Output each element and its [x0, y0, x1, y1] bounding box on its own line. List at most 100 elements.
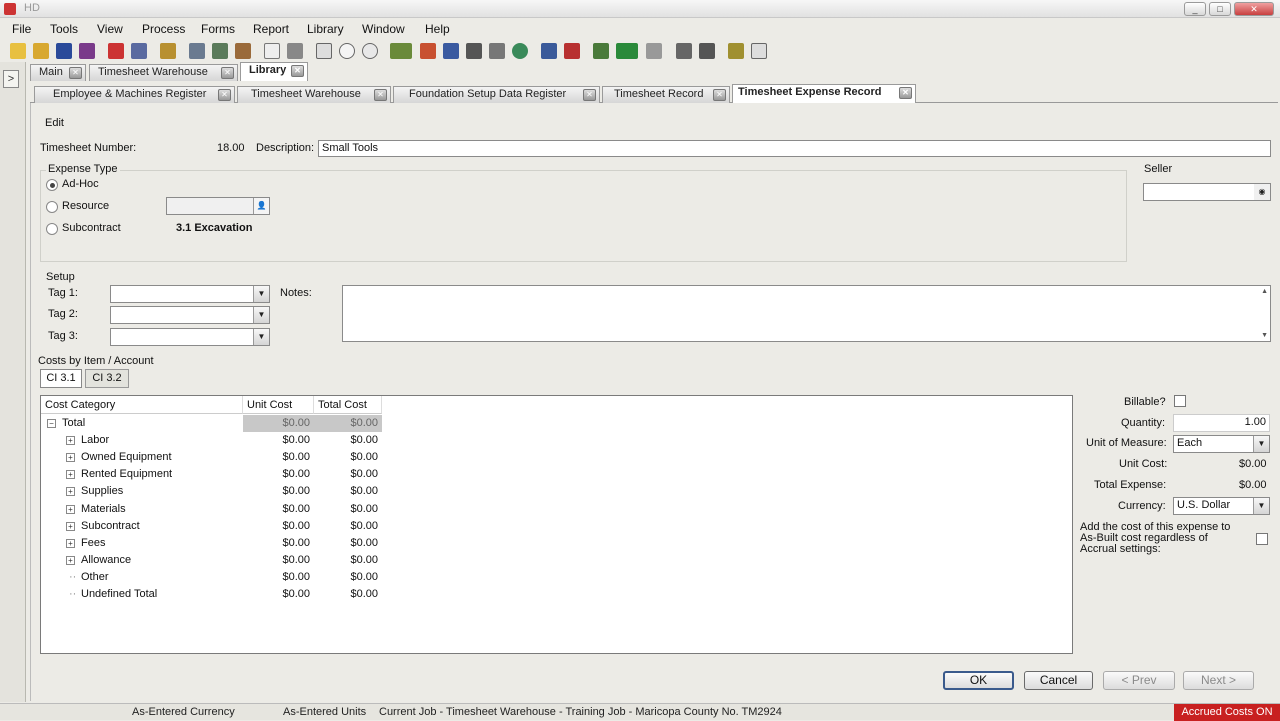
total-cost-cell[interactable]: $0.00 [314, 501, 382, 518]
attachment-icon[interactable] [646, 43, 662, 59]
expand-icon[interactable]: + [66, 487, 75, 497]
split-icon[interactable] [676, 43, 692, 59]
unit-cost-cell[interactable]: $0.00 [243, 449, 314, 466]
total-cost-cell[interactable]: $0.00 [314, 466, 382, 483]
unit-cost-cell[interactable]: $0.00 [243, 535, 314, 552]
excel-dropdown-icon[interactable] [616, 43, 638, 59]
ad-hoc-radio[interactable] [46, 179, 58, 191]
tab-employee-machines-register[interactable]: Employee & Machines Register ✕ [34, 86, 235, 103]
tab-timesheet-warehouse-sub[interactable]: Timesheet Warehouse ✕ [237, 86, 391, 103]
minimize-button[interactable]: _ [1184, 2, 1206, 16]
tab-ci-3-1[interactable]: CI 3.1 [40, 369, 82, 388]
quantity-input[interactable]: 1.00 [1173, 414, 1270, 432]
description-input[interactable]: Small Tools [318, 140, 1271, 157]
help-icon[interactable] [751, 43, 767, 59]
close-tab-icon[interactable]: ✕ [69, 67, 82, 79]
total-cost-cell[interactable]: $0.00 [314, 449, 382, 466]
calculator-icon[interactable] [699, 43, 715, 59]
tab-main[interactable]: Main ✕ [30, 64, 86, 81]
unit-cost-cell[interactable]: $0.00 [243, 466, 314, 483]
copy-icon[interactable] [131, 43, 147, 59]
chevron-down-icon[interactable]: ▼ [253, 329, 269, 345]
prev-button[interactable]: < Prev [1103, 671, 1175, 690]
table-row[interactable]: + Supplies $0.00 $0.00 [41, 483, 381, 500]
folder-icon[interactable] [160, 43, 176, 59]
comments-icon[interactable] [362, 43, 378, 59]
expand-icon[interactable]: + [66, 504, 75, 514]
expand-icon[interactable]: + [66, 470, 75, 480]
collapse-icon[interactable]: − [47, 419, 56, 428]
unit-of-measure-select[interactable]: Each ▼ [1173, 435, 1270, 453]
tab-foundation-setup[interactable]: Foundation Setup Data Register ✕ [393, 86, 600, 103]
total-cost-cell[interactable]: $0.00 [314, 483, 382, 500]
tag-icon[interactable] [512, 43, 528, 59]
unit-cost-cell[interactable]: $0.00 [243, 501, 314, 518]
unit-cost-cell[interactable]: $0.00 [243, 432, 314, 449]
scale-icon[interactable] [564, 43, 580, 59]
billable-checkbox[interactable] [1174, 395, 1186, 407]
close-tab-icon[interactable]: ✕ [713, 89, 726, 101]
resource-input[interactable]: 👤 [166, 197, 270, 215]
table-row[interactable]: + Fees $0.00 $0.00 [41, 535, 381, 552]
monitor-icon[interactable] [466, 43, 482, 59]
forward-icon[interactable] [443, 43, 459, 59]
unit-cost-cell[interactable]: $0.00 [243, 483, 314, 500]
chevron-down-icon[interactable]: ▼ [1253, 436, 1269, 452]
maximize-button[interactable]: □ [1209, 2, 1231, 16]
image-icon[interactable] [489, 43, 505, 59]
close-tab-icon[interactable]: ✕ [899, 87, 912, 99]
next-button[interactable]: Next > [1183, 671, 1254, 690]
tab-timesheet-warehouse[interactable]: Timesheet Warehouse ✕ [89, 64, 238, 81]
close-tab-icon[interactable]: ✕ [583, 89, 596, 101]
tools-icon[interactable] [235, 43, 251, 59]
menu-file[interactable]: File [12, 22, 31, 36]
expand-panel-button[interactable]: > [3, 70, 19, 88]
expand-icon[interactable]: + [66, 521, 75, 531]
ok-button[interactable]: OK [943, 671, 1014, 690]
chart-icon[interactable] [420, 43, 436, 59]
table-row[interactable]: + Materials $0.00 $0.00 [41, 501, 381, 518]
menu-library[interactable]: Library [307, 22, 344, 36]
open-folder-icon[interactable] [33, 43, 49, 59]
money-icon[interactable] [593, 43, 609, 59]
total-cost-cell[interactable]: $0.00 [314, 518, 382, 535]
table-row[interactable]: ·· Undefined Total $0.00 $0.00 [41, 586, 381, 603]
cancel-button[interactable]: Cancel [1024, 671, 1093, 690]
close-tab-icon[interactable]: ✕ [221, 67, 234, 79]
tab-timesheet-expense-record[interactable]: Timesheet Expense Record ✕ [732, 84, 916, 103]
network-icon[interactable] [541, 43, 557, 59]
scroll-down-icon[interactable]: ▼ [1261, 332, 1268, 339]
table-row[interactable]: + Owned Equipment $0.00 $0.00 [41, 449, 381, 466]
table-row[interactable]: − Total $0.00 $0.00 [41, 415, 382, 432]
total-cost-cell[interactable]: $0.00 [314, 569, 382, 586]
mail-icon[interactable] [316, 43, 332, 59]
document-icon[interactable] [264, 43, 280, 59]
save-icon[interactable] [56, 43, 72, 59]
table-row[interactable]: + Rented Equipment $0.00 $0.00 [41, 466, 381, 483]
column-header-total-cost[interactable]: Total Cost [314, 396, 382, 414]
close-tab-icon[interactable]: ✕ [374, 89, 387, 101]
lookup-icon[interactable]: ◉ [1254, 184, 1270, 200]
alert-icon[interactable] [108, 43, 124, 59]
tag2-select[interactable]: ▼ [110, 306, 270, 324]
column-header-unit-cost[interactable]: Unit Cost [243, 396, 314, 414]
total-cost-cell[interactable]: $0.00 [314, 552, 382, 569]
seller-input[interactable]: ◉ [1143, 183, 1271, 201]
total-cost-cell[interactable]: $0.00 [314, 535, 382, 552]
close-tab-icon[interactable]: ✕ [218, 89, 231, 101]
table-row[interactable]: + Subcontract $0.00 $0.00 [41, 518, 381, 535]
column-header-cost-category[interactable]: Cost Category [41, 396, 243, 414]
menu-help[interactable]: Help [425, 22, 450, 36]
chevron-down-icon[interactable]: ▼ [1253, 498, 1269, 514]
menu-tools[interactable]: Tools [50, 22, 78, 36]
menu-view[interactable]: View [97, 22, 123, 36]
table-row[interactable]: ·· Other $0.00 $0.00 [41, 569, 381, 586]
tab-timesheet-record[interactable]: Timesheet Record ✕ [602, 86, 730, 103]
menu-report[interactable]: Report [253, 22, 289, 36]
new-icon[interactable] [10, 43, 26, 59]
grid-icon[interactable] [212, 43, 228, 59]
tab-ci-3-2[interactable]: CI 3.2 [85, 369, 129, 388]
scroll-up-icon[interactable]: ▲ [1261, 288, 1268, 295]
list-dropdown-icon[interactable] [390, 43, 412, 59]
chevron-down-icon[interactable]: ▼ [253, 286, 269, 302]
